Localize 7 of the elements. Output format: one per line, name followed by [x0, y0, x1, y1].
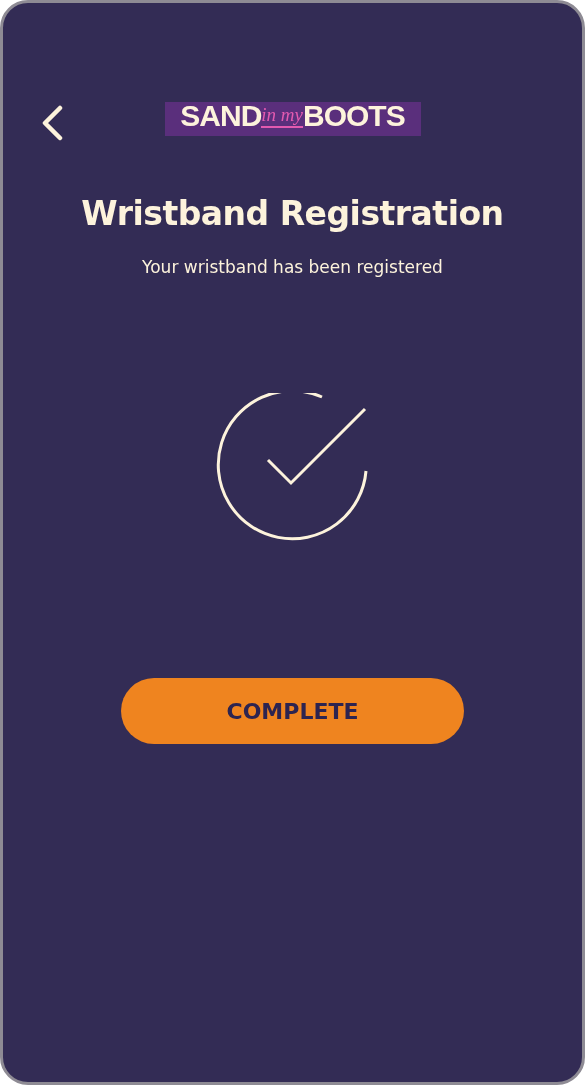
logo-text: BOOTS	[303, 101, 405, 131]
page-title: Wristband Registration	[81, 194, 504, 233]
logo-script-text: in my	[261, 104, 303, 128]
status-message: Your wristband has been registered	[142, 257, 443, 277]
complete-button[interactable]: COMPLETE	[121, 678, 464, 744]
back-icon[interactable]	[41, 105, 63, 141]
logo-text: SAND	[180, 101, 262, 131]
